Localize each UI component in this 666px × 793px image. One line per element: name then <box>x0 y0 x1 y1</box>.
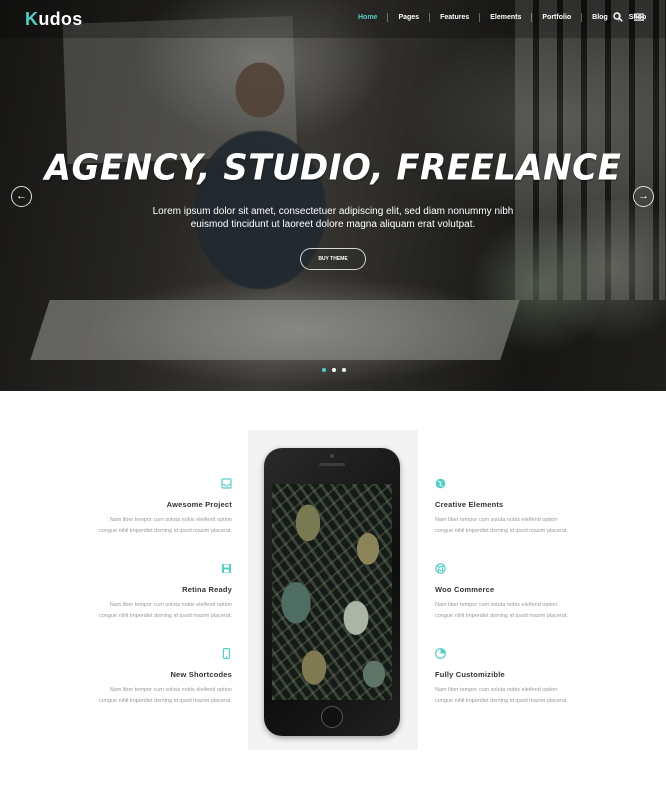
search-icon[interactable] <box>613 12 623 25</box>
lifebuoy-icon <box>435 563 446 574</box>
feature-title: Creative Elements <box>435 500 504 509</box>
feature-woo-commerce: Woo Commerce Nam liber tempor cum soluta… <box>435 561 575 621</box>
feature-text: Nam liber tempor cum soluta nobis eleife… <box>99 517 232 534</box>
feature-text: Nam liber tempor cum soluta nobis eleife… <box>99 687 232 704</box>
nav-item-portfolio[interactable]: Portfolio <box>532 13 583 22</box>
logo-text: udos <box>38 9 83 29</box>
slider-dot[interactable] <box>322 368 326 372</box>
feature-awesome-project: Awesome Project Nam liber tempor cum sol… <box>92 476 232 536</box>
mobile-icon <box>221 648 232 660</box>
slider-prev-button[interactable]: ← <box>11 186 32 207</box>
hero-overlay <box>0 0 666 391</box>
phone-screen-image <box>272 484 392 700</box>
inbox-icon <box>221 478 232 489</box>
feature-title: New Shortcodes <box>170 670 232 679</box>
top-navigation-bar: Kudos Home Pages Features Elements Portf… <box>0 0 666 38</box>
feature-text: Nam liber tempor cum soluta nobis eleife… <box>435 602 568 619</box>
slider-next-button[interactable]: → <box>633 186 654 207</box>
nav-item-pages[interactable]: Pages <box>388 13 431 22</box>
logo-initial: K <box>25 9 39 29</box>
feature-creative-elements: Creative Elements Nam liber tempor cum s… <box>435 476 575 536</box>
feature-title: Woo Commerce <box>435 585 495 594</box>
phone-home-button <box>321 706 343 728</box>
feature-text: Nam liber tempor cum soluta nobis eleife… <box>435 517 568 534</box>
feature-new-shortcodes: New Shortcodes Nam liber tempor cum solu… <box>92 646 232 706</box>
slider-dot[interactable] <box>332 368 336 372</box>
feature-title: Awesome Project <box>166 500 232 509</box>
feature-title: Fully Customizible <box>435 670 505 679</box>
menu-icon[interactable] <box>634 12 644 25</box>
phone-mockup <box>264 448 400 736</box>
slider-pagination <box>322 368 346 372</box>
feature-fully-customizible: Fully Customizible Nam liber tempor cum … <box>435 646 575 706</box>
feature-text: Nam liber tempor cum soluta nobis eleife… <box>99 602 232 619</box>
hero-title: AGENCY, STUDIO, FREELANCE <box>44 147 622 189</box>
feature-retina-ready: Retina Ready Nam liber tempor cum soluta… <box>92 561 232 621</box>
site-logo[interactable]: Kudos <box>25 9 83 30</box>
slider-dot[interactable] <box>342 368 346 372</box>
pie-chart-icon <box>435 648 446 659</box>
hero-slider: Kudos Home Pages Features Elements Portf… <box>0 0 666 391</box>
buy-theme-button[interactable]: BUY THEME <box>300 248 366 270</box>
phone-camera <box>330 454 334 458</box>
save-icon <box>221 563 232 574</box>
feature-text: Nam liber tempor cum soluta nobis eleife… <box>435 687 568 704</box>
main-nav: Home Pages Features Elements Portfolio B… <box>348 13 656 22</box>
phone-speaker <box>319 463 345 466</box>
nav-item-home[interactable]: Home <box>348 13 389 22</box>
hero-subtitle: Lorem ipsum dolor sit amet, consectetuer… <box>152 206 514 230</box>
globe-icon <box>435 478 446 489</box>
feature-title: Retina Ready <box>182 585 232 594</box>
nav-item-elements[interactable]: Elements <box>480 13 533 22</box>
nav-item-features[interactable]: Features <box>430 13 481 22</box>
